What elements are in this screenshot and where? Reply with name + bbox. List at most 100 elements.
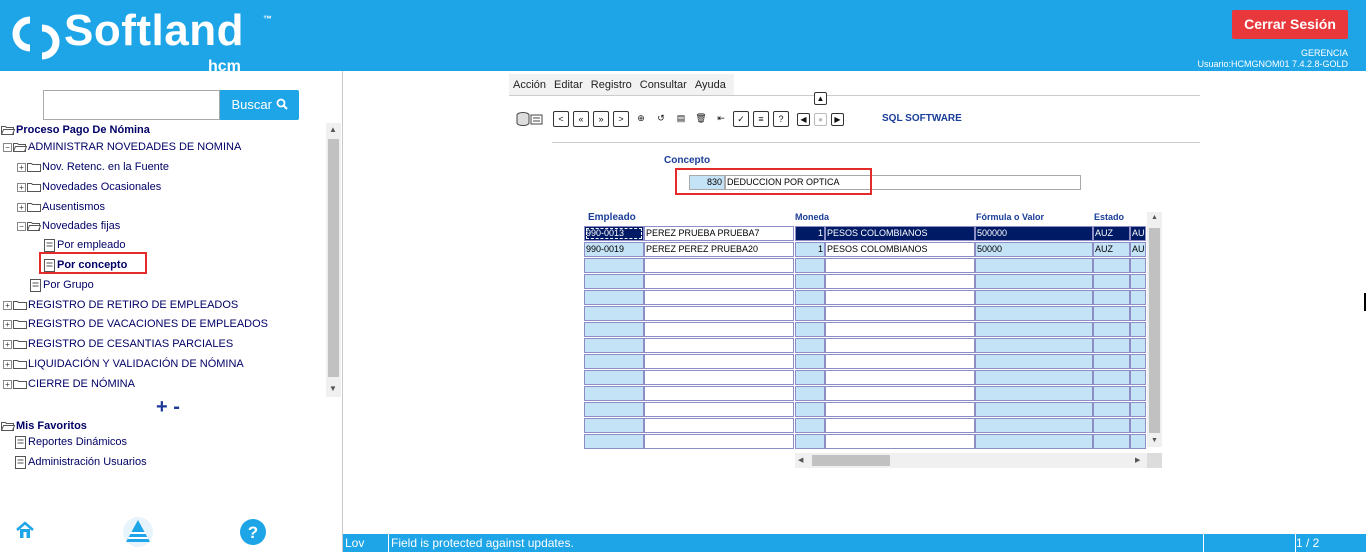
menu-registro[interactable]: Registro bbox=[587, 79, 636, 91]
expand-icon[interactable]: + bbox=[3, 379, 12, 389]
empty-cell[interactable] bbox=[975, 258, 1093, 273]
scroll-up-icon[interactable]: ▲ bbox=[329, 125, 337, 134]
tree-item-registro-vacaciones[interactable]: + REGISTRO DE VACACIONES DE EMPLEADOS bbox=[3, 315, 268, 333]
empty-cell[interactable] bbox=[825, 306, 975, 321]
empty-cell[interactable] bbox=[825, 258, 975, 273]
next-record-icon[interactable]: > bbox=[613, 111, 629, 127]
empty-cell[interactable] bbox=[1093, 338, 1130, 353]
empleado-name-cell[interactable]: PEREZ PEREZ PRUEBA20 bbox=[644, 242, 794, 257]
empty-cell[interactable] bbox=[825, 402, 975, 417]
empty-cell[interactable] bbox=[644, 402, 794, 417]
extra-cell[interactable]: AU bbox=[1130, 226, 1146, 241]
menu-editar[interactable]: Editar bbox=[550, 79, 587, 91]
empty-cell[interactable] bbox=[975, 274, 1093, 289]
home-icon[interactable] bbox=[15, 520, 35, 540]
menu-ayuda[interactable]: Ayuda bbox=[691, 79, 730, 91]
first-record-icon[interactable]: « bbox=[573, 111, 589, 127]
empty-cell[interactable] bbox=[1093, 274, 1130, 289]
empty-cell[interactable] bbox=[584, 434, 644, 449]
empty-cell[interactable] bbox=[795, 418, 825, 433]
empty-cell[interactable] bbox=[1093, 386, 1130, 401]
empty-cell[interactable] bbox=[1130, 434, 1146, 449]
expand-icon[interactable]: + bbox=[3, 300, 12, 310]
prev-record-icon[interactable]: < bbox=[553, 111, 569, 127]
scrollbar-thumb[interactable] bbox=[812, 455, 890, 466]
empty-cell[interactable] bbox=[1130, 306, 1146, 321]
empty-cell[interactable] bbox=[644, 434, 794, 449]
sidebar-scrollbar[interactable]: ▲ ▼ bbox=[326, 123, 341, 397]
tree-item-novedades-fijas[interactable]: − Novedades fijas bbox=[17, 217, 120, 235]
menu-accion[interactable]: Acción bbox=[509, 79, 550, 91]
empleado-name-cell[interactable]: PEREZ PRUEBA PRUEBA7 bbox=[644, 226, 794, 241]
empty-cell[interactable] bbox=[1130, 386, 1146, 401]
empty-cell[interactable] bbox=[584, 322, 644, 337]
empty-cell[interactable] bbox=[584, 354, 644, 369]
empty-cell[interactable] bbox=[1130, 322, 1146, 337]
valor-cell[interactable]: 500000 bbox=[975, 226, 1093, 241]
empty-cell[interactable] bbox=[644, 290, 794, 305]
empty-cell[interactable] bbox=[975, 370, 1093, 385]
tree-item-ausentismos[interactable]: + Ausentismos bbox=[17, 198, 105, 216]
grid-scrollbar-v[interactable]: ▲ ▼ bbox=[1147, 212, 1162, 447]
empty-cell[interactable] bbox=[644, 338, 794, 353]
empty-cell[interactable] bbox=[1130, 274, 1146, 289]
empty-cell[interactable] bbox=[584, 258, 644, 273]
empty-cell[interactable] bbox=[825, 434, 975, 449]
zoom-controls[interactable]: + - bbox=[156, 396, 180, 419]
empty-cell[interactable] bbox=[1130, 338, 1146, 353]
empty-cell[interactable] bbox=[795, 338, 825, 353]
empty-cell[interactable] bbox=[584, 418, 644, 433]
tree-item-liquidacion[interactable]: + LIQUIDACIÓN Y VALIDACIÓN DE NÓMINA bbox=[3, 355, 244, 373]
empty-cell[interactable] bbox=[644, 354, 794, 369]
empty-cell[interactable] bbox=[584, 386, 644, 401]
empty-cell[interactable] bbox=[1093, 322, 1130, 337]
scroll-up-icon[interactable]: ▲ bbox=[1151, 214, 1158, 221]
empty-cell[interactable] bbox=[644, 274, 794, 289]
menu-consultar[interactable]: Consultar bbox=[636, 79, 691, 91]
empty-cell[interactable] bbox=[825, 386, 975, 401]
empty-cell[interactable] bbox=[1130, 370, 1146, 385]
favorite-reportes-dinamicos[interactable]: Reportes Dinámicos bbox=[15, 433, 127, 451]
collapse-icon[interactable]: − bbox=[3, 142, 12, 152]
empty-cell[interactable] bbox=[795, 290, 825, 305]
empty-cell[interactable] bbox=[975, 418, 1093, 433]
empty-cell[interactable] bbox=[795, 354, 825, 369]
empty-cell[interactable] bbox=[795, 258, 825, 273]
tree-item-registro-retiro[interactable]: + REGISTRO DE RETIRO DE EMPLEADOS bbox=[3, 296, 238, 314]
empty-cell[interactable] bbox=[1130, 418, 1146, 433]
search-button[interactable]: Buscar bbox=[220, 90, 299, 120]
expand-icon[interactable]: + bbox=[17, 162, 26, 172]
empty-cell[interactable] bbox=[825, 274, 975, 289]
estado-cell[interactable]: AUZ bbox=[1093, 226, 1130, 241]
list-of-values-icon[interactable]: ≡ bbox=[753, 111, 769, 127]
empty-cell[interactable] bbox=[1093, 370, 1130, 385]
empty-cell[interactable] bbox=[1093, 354, 1130, 369]
tree-item-proceso-pago[interactable]: Proceso Pago De Nómina bbox=[1, 121, 150, 139]
scroll-down-icon[interactable]: ▼ bbox=[329, 384, 337, 393]
empty-cell[interactable] bbox=[795, 306, 825, 321]
empty-cell[interactable] bbox=[644, 322, 794, 337]
insert-record-icon[interactable]: ⊕ bbox=[633, 111, 649, 127]
moneda-cell[interactable]: PESOS COLOMBIANOS bbox=[825, 242, 975, 257]
delete-icon[interactable]: 🗑 bbox=[693, 111, 709, 127]
empty-cell[interactable] bbox=[795, 402, 825, 417]
empty-cell[interactable] bbox=[795, 386, 825, 401]
empty-cell[interactable] bbox=[975, 402, 1093, 417]
last-record-icon[interactable]: » bbox=[593, 111, 609, 127]
expand-icon[interactable]: + bbox=[3, 339, 12, 349]
empty-cell[interactable] bbox=[825, 370, 975, 385]
empty-cell[interactable] bbox=[975, 306, 1093, 321]
scrollbar-thumb[interactable] bbox=[328, 139, 339, 377]
tree-item-cierre-nomina[interactable]: + CIERRE DE NÓMINA bbox=[3, 375, 135, 393]
help-question-icon[interactable]: ? bbox=[773, 111, 789, 127]
expand-icon[interactable]: + bbox=[3, 359, 12, 369]
scroll-right-icon[interactable]: ▶ bbox=[1135, 456, 1140, 464]
empty-cell[interactable] bbox=[975, 434, 1093, 449]
moneda-cell[interactable]: PESOS COLOMBIANOS bbox=[825, 226, 975, 241]
empty-cell[interactable] bbox=[795, 370, 825, 385]
empty-cell[interactable] bbox=[584, 402, 644, 417]
empty-cell[interactable] bbox=[584, 370, 644, 385]
empty-cell[interactable] bbox=[795, 322, 825, 337]
empty-cell[interactable] bbox=[975, 386, 1093, 401]
collapse-icon[interactable]: − bbox=[17, 221, 26, 231]
